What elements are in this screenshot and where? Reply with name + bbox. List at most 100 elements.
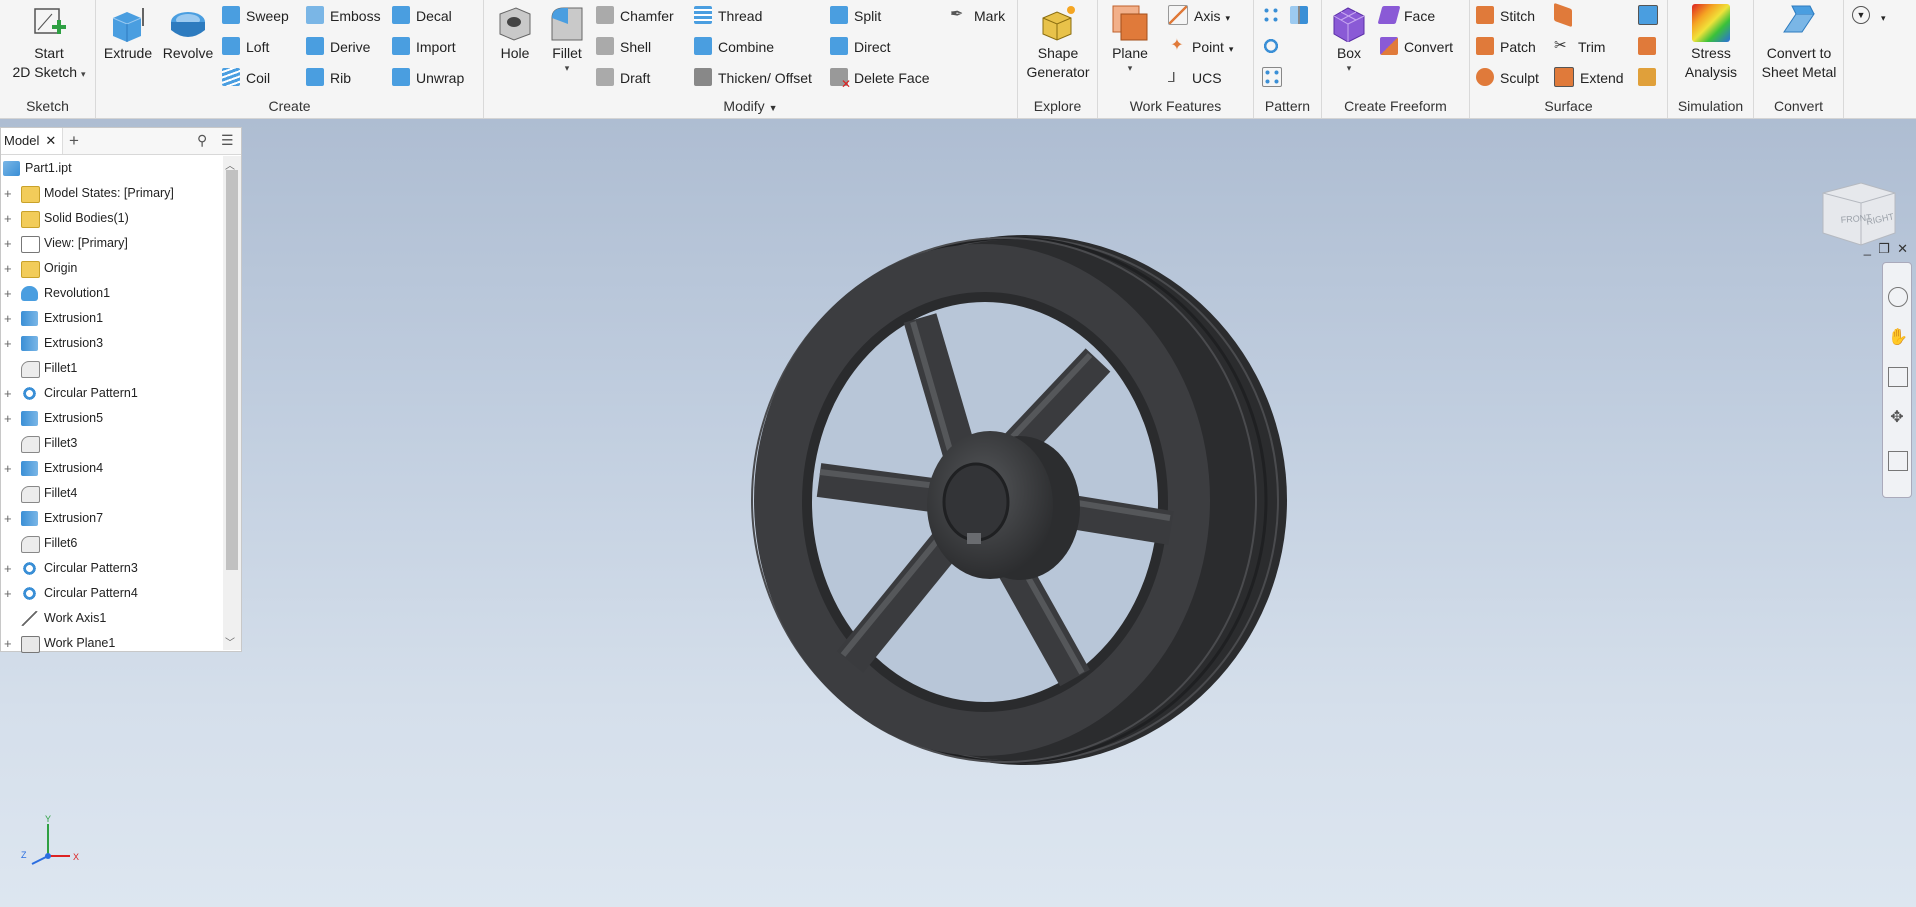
rib-button[interactable]: Rib: [306, 65, 351, 91]
surface-tool-2-button[interactable]: [1638, 34, 1662, 60]
browser-item[interactable]: + Extrusion3: [1, 331, 221, 356]
ribbon-options-button[interactable]: ▼ ▾: [1852, 3, 1886, 29]
surface-tool-3-button[interactable]: [1638, 65, 1662, 91]
expand-icon[interactable]: +: [4, 456, 14, 481]
ruled-surface-button[interactable]: [1554, 3, 1578, 29]
split-button[interactable]: Split: [830, 3, 881, 29]
extend-button[interactable]: Extend: [1554, 65, 1624, 91]
expand-icon[interactable]: +: [4, 256, 14, 281]
extrude-button[interactable]: Extrude: [102, 4, 154, 63]
expand-icon[interactable]: +: [4, 381, 14, 406]
pulley-wheel-model[interactable]: [720, 230, 1290, 770]
box-button[interactable]: Box ▾: [1326, 4, 1372, 73]
modify-title-label: Modify: [723, 98, 765, 114]
axis-button[interactable]: Axis ▾: [1168, 3, 1230, 29]
viewcube[interactable]: FRONT RIGHT: [1815, 173, 1903, 253]
expand-icon[interactable]: +: [4, 231, 14, 256]
browser-item[interactable]: + Origin: [1, 256, 221, 281]
import-button[interactable]: Import: [392, 34, 456, 60]
trim-button[interactable]: ✂ Trim: [1554, 34, 1605, 60]
derive-button[interactable]: Derive: [306, 34, 370, 60]
decal-button[interactable]: Decal: [392, 3, 452, 29]
browser-root-item[interactable]: Part1.ipt: [1, 156, 221, 181]
panel-title-modify[interactable]: Modify ▼: [484, 98, 1017, 114]
browser-item[interactable]: + View: [Primary]: [1, 231, 221, 256]
orbit-icon[interactable]: ✥: [1888, 409, 1906, 427]
browser-item[interactable]: + Circular Pattern3: [1, 556, 221, 581]
patch-button[interactable]: Patch: [1476, 34, 1536, 60]
look-at-icon[interactable]: [1888, 451, 1908, 471]
browser-item[interactable]: + Work Plane1: [1, 631, 221, 656]
add-tab-icon[interactable]: +: [69, 131, 79, 151]
pan-hand-icon[interactable]: ✋: [1888, 329, 1908, 347]
stress-analysis-button[interactable]: Stress Analysis: [1672, 4, 1750, 82]
browser-item[interactable]: + Solid Bodies(1): [1, 206, 221, 231]
browser-item-label: Circular Pattern1: [44, 386, 138, 400]
sculpt-button[interactable]: Sculpt: [1476, 65, 1539, 91]
browser-item[interactable]: Fillet1: [1, 356, 221, 381]
sweep-button[interactable]: Sweep: [222, 3, 289, 29]
expand-icon[interactable]: +: [4, 631, 14, 656]
thread-button[interactable]: Thread: [694, 3, 762, 29]
unwrap-button[interactable]: Unwrap: [392, 65, 464, 91]
expand-icon[interactable]: +: [4, 556, 14, 581]
rectangular-pattern-button[interactable]: [1262, 3, 1286, 29]
shell-button[interactable]: Shell: [596, 34, 651, 60]
expand-icon[interactable]: +: [4, 306, 14, 331]
browser-item[interactable]: + Extrusion1: [1, 306, 221, 331]
convert-button[interactable]: Convert: [1380, 34, 1453, 60]
fillet-button[interactable]: Fillet ▾: [544, 4, 590, 73]
point-button[interactable]: ✦ Point ▾: [1168, 34, 1233, 60]
expand-icon[interactable]: +: [4, 331, 14, 356]
expand-icon[interactable]: +: [4, 206, 14, 231]
expand-icon[interactable]: +: [4, 181, 14, 206]
browser-item[interactable]: + Circular Pattern1: [1, 381, 221, 406]
plane-button[interactable]: Plane ▾: [1104, 4, 1156, 73]
browser-item[interactable]: + Revolution1: [1, 281, 221, 306]
tab-model[interactable]: Model ✕: [1, 128, 64, 154]
scroll-down-icon[interactable]: ﹀: [225, 634, 235, 649]
expand-icon[interactable]: +: [4, 506, 14, 531]
convert-to-sheet-metal-button[interactable]: Convert to Sheet Metal: [1758, 4, 1840, 82]
circular-pattern-button[interactable]: [1262, 34, 1286, 60]
steering-wheel-icon[interactable]: [1888, 287, 1908, 307]
scrollbar-thumb[interactable]: [226, 170, 238, 570]
combine-button[interactable]: Combine: [694, 34, 774, 60]
menu-icon[interactable]: ☰: [221, 132, 234, 149]
stitch-button[interactable]: Stitch: [1476, 3, 1535, 29]
expand-icon[interactable]: +: [4, 281, 14, 306]
expand-icon[interactable]: +: [4, 581, 14, 606]
sketch-pattern-button[interactable]: [1262, 65, 1288, 91]
draft-button[interactable]: Draft: [596, 65, 650, 91]
thicken-offset-button[interactable]: Thicken/ Offset: [694, 65, 812, 91]
browser-item[interactable]: Work Axis1: [1, 606, 221, 631]
browser-scrollbar[interactable]: ︿ ﹀: [223, 156, 241, 650]
mark-button[interactable]: ✒ Mark: [950, 3, 1005, 29]
browser-item[interactable]: + Extrusion7: [1, 506, 221, 531]
zoom-window-icon[interactable]: [1888, 367, 1908, 387]
expand-icon[interactable]: +: [4, 406, 14, 431]
delete-face-button[interactable]: ✕ Delete Face: [830, 65, 929, 91]
direct-button[interactable]: Direct: [830, 34, 891, 60]
chamfer-button[interactable]: Chamfer: [596, 3, 674, 29]
start-2d-sketch-button[interactable]: Start 2D Sketch ▾: [6, 4, 92, 82]
emboss-button[interactable]: Emboss: [306, 3, 381, 29]
browser-item[interactable]: Fillet6: [1, 531, 221, 556]
browser-item[interactable]: + Extrusion5: [1, 406, 221, 431]
browser-item[interactable]: Fillet4: [1, 481, 221, 506]
hole-button[interactable]: Hole: [490, 4, 540, 63]
coil-button[interactable]: Coil: [222, 65, 270, 91]
loft-button[interactable]: Loft: [222, 34, 269, 60]
browser-item[interactable]: + Circular Pattern4: [1, 581, 221, 606]
close-icon[interactable]: ✕: [45, 133, 56, 148]
shape-generator-button[interactable]: Shape Generator: [1022, 4, 1094, 82]
ucs-button[interactable]: ⅃ UCS: [1168, 65, 1222, 91]
revolve-button[interactable]: Revolve: [158, 4, 218, 63]
browser-item[interactable]: Fillet3: [1, 431, 221, 456]
browser-item[interactable]: + Extrusion4: [1, 456, 221, 481]
face-button[interactable]: Face: [1377, 3, 1435, 29]
mirror-button[interactable]: [1290, 3, 1314, 29]
surface-tool-1-button[interactable]: [1638, 3, 1664, 29]
browser-item[interactable]: + Model States: [Primary]: [1, 181, 221, 206]
search-icon[interactable]: ⚲: [197, 132, 207, 149]
